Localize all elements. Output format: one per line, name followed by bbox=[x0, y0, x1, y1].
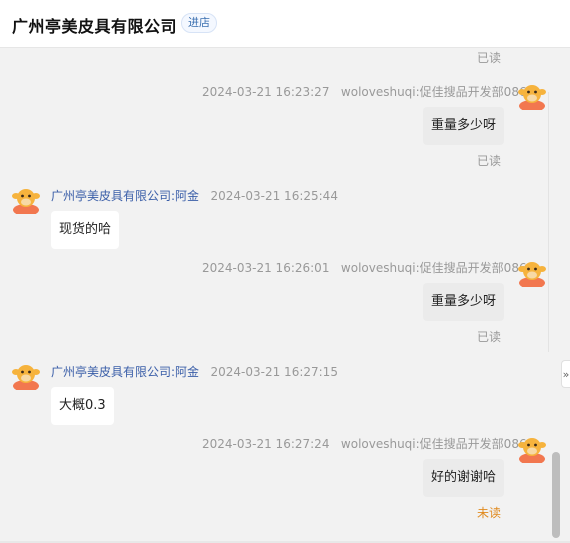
cow-avatar-icon bbox=[518, 438, 546, 465]
chat-header: 广州亭美皮具有限公司 进店 bbox=[0, 0, 570, 48]
enter-shop-button[interactable]: 进店 bbox=[181, 13, 217, 33]
message-time: 2024-03-21 16:27:15 bbox=[210, 365, 338, 379]
cow-avatar-icon bbox=[12, 189, 40, 216]
collapse-panel-button[interactable]: » bbox=[561, 360, 570, 388]
message-sender[interactable]: 广州亭美皮具有限公司:阿金 bbox=[51, 365, 199, 379]
cow-avatar-icon bbox=[518, 262, 546, 289]
message-sender[interactable]: 广州亭美皮具有限公司:阿金 bbox=[51, 189, 199, 203]
message-bubble[interactable]: 重量多少呀 bbox=[423, 283, 505, 321]
panel-divider bbox=[548, 92, 549, 352]
shop-name[interactable]: 广州亭美皮具有限公司 bbox=[12, 13, 177, 37]
message-meta: 2024-03-21 16:26:01 woloveshuqi:促佳搜品开发部0… bbox=[202, 259, 527, 276]
message-sender: woloveshuqi:促佳搜品开发部086 bbox=[340, 85, 527, 99]
avatar bbox=[518, 435, 546, 467]
message-meta: 广州亭美皮具有限公司:阿金 2024-03-21 16:25:44 bbox=[51, 187, 338, 204]
message-time: 2024-03-21 16:27:24 bbox=[202, 437, 330, 451]
message-time: 2024-03-21 16:23:27 bbox=[202, 85, 330, 99]
read-status: 已读 bbox=[477, 330, 502, 344]
message-list[interactable]: 已读 2024-03-21 16:23:27 woloveshuqi:促佳搜品开… bbox=[0, 49, 548, 541]
read-status: 已读 bbox=[477, 51, 502, 65]
message-bubble[interactable]: 好的谢谢哈 bbox=[423, 459, 505, 497]
message-bubble[interactable]: 现货的哈 bbox=[51, 211, 120, 249]
message-bubble[interactable]: 重量多少呀 bbox=[423, 107, 505, 145]
message-time: 2024-03-21 16:25:44 bbox=[210, 189, 338, 203]
unread-status: 未读 bbox=[477, 506, 502, 520]
message-sender: woloveshuqi:促佳搜品开发部086 bbox=[340, 261, 527, 275]
cow-avatar-icon bbox=[518, 85, 546, 112]
avatar bbox=[12, 186, 40, 218]
cow-avatar-icon bbox=[12, 365, 40, 392]
message-time: 2024-03-21 16:26:01 bbox=[202, 261, 330, 275]
message-bubble[interactable]: 大概0.3 bbox=[51, 387, 114, 425]
double-chevron-icon: » bbox=[562, 368, 570, 381]
avatar bbox=[12, 362, 40, 394]
message-meta: 广州亭美皮具有限公司:阿金 2024-03-21 16:27:15 bbox=[51, 363, 338, 380]
avatar bbox=[518, 259, 546, 291]
scrollbar-thumb[interactable] bbox=[552, 452, 560, 538]
message-meta: 2024-03-21 16:23:27 woloveshuqi:促佳搜品开发部0… bbox=[202, 83, 527, 100]
message-meta: 2024-03-21 16:27:24 woloveshuqi:促佳搜品开发部0… bbox=[202, 435, 527, 452]
message-sender: woloveshuqi:促佳搜品开发部086 bbox=[340, 437, 527, 451]
avatar bbox=[518, 82, 546, 114]
read-status: 已读 bbox=[477, 154, 502, 168]
